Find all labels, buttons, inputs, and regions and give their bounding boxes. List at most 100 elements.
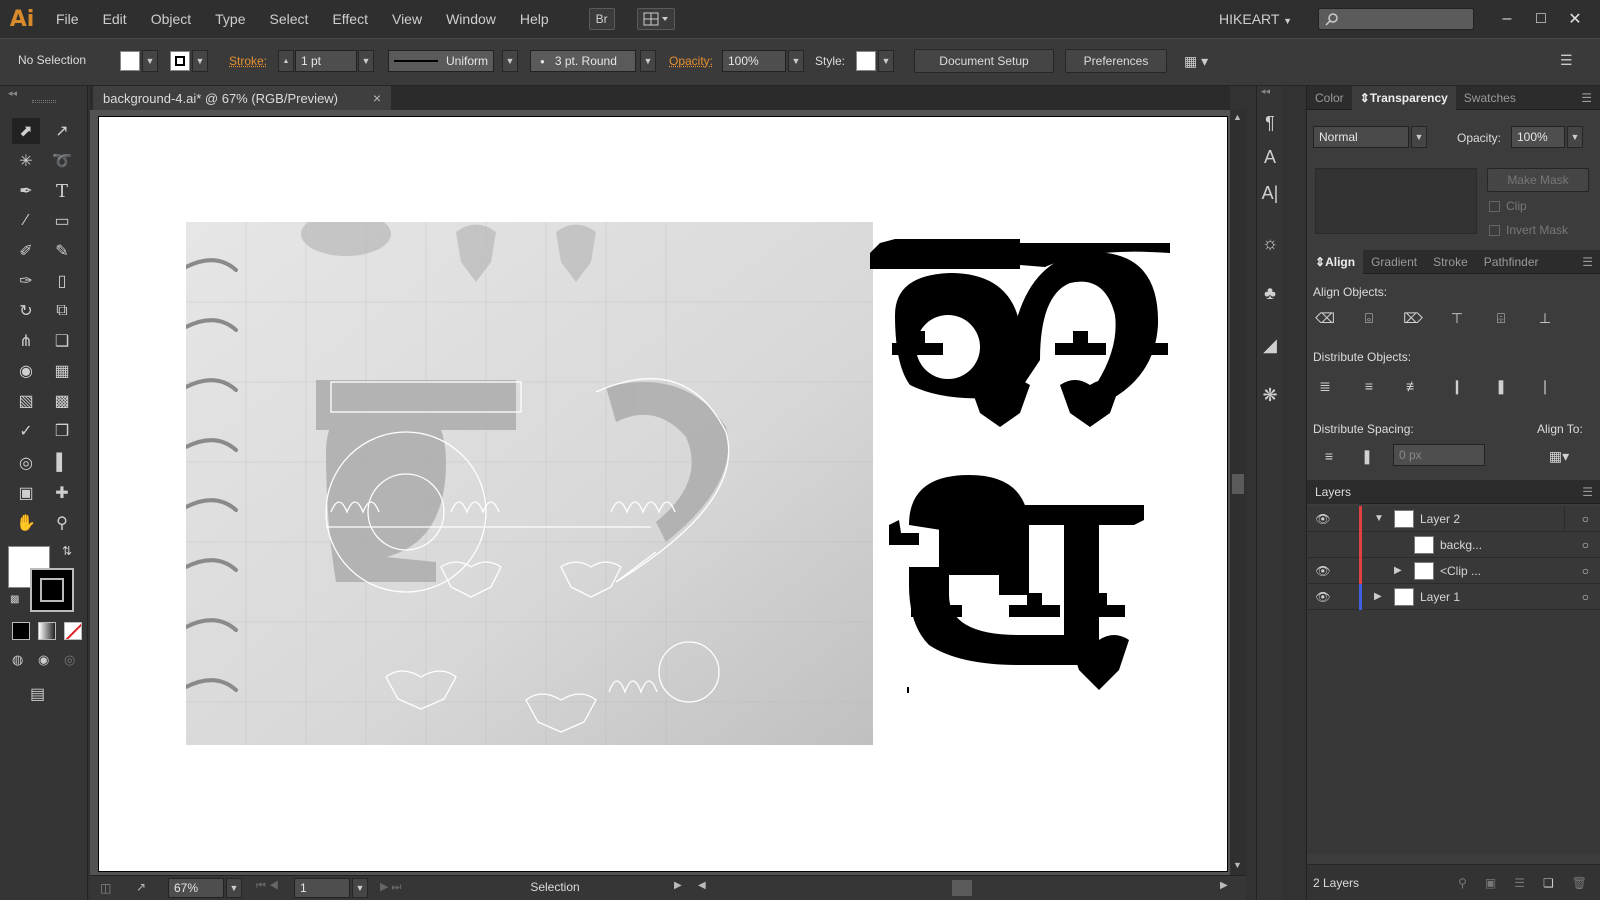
tab-layers[interactable]: Layers [1307,480,1359,504]
width-tool-icon[interactable]: ⋔ [12,328,40,354]
layer-name[interactable]: Layer 2 [1420,512,1460,526]
vertical-distribute-top-icon[interactable]: ≣ [1313,374,1337,398]
tab-stroke[interactable]: Stroke [1425,250,1476,274]
menu-effect[interactable]: Effect [320,11,380,27]
visibility-eye-icon[interactable]: 👁 [1313,590,1333,604]
color-mode-icon[interactable] [12,622,30,640]
workspace-switcher[interactable]: HIKEART ▼ [1219,11,1292,27]
menu-edit[interactable]: Edit [91,11,139,27]
glyph-artwork-top[interactable] [870,235,1178,435]
lasso-tool-icon[interactable]: ➰ [48,148,76,174]
stroke-weight-stepper[interactable]: ▲ [278,50,294,72]
scale-tool-icon[interactable]: ⧉ [48,298,76,324]
gradient-mode-icon[interactable] [38,622,56,640]
blend-mode-select[interactable]: Normal [1313,126,1409,148]
align-panel-menu-icon[interactable]: ☰ [1574,250,1600,274]
variable-width-profile[interactable]: Uniform [388,50,494,72]
locate-object-icon[interactable]: ⚲ [1458,876,1467,890]
horizontal-distribute-right-icon[interactable]: ❘ [1533,374,1557,398]
scroll-left-icon[interactable]: ◀ [698,880,706,891]
scroll-down-icon[interactable]: ▼ [1233,860,1242,870]
collapse-strip-icon[interactable]: ◂◂ [1261,86,1270,97]
appearance-icon[interactable]: ☼ [1257,226,1283,260]
artboard-number-field[interactable]: 1 [294,878,350,898]
tools-grip[interactable] [32,100,56,103]
zoom-tool-icon[interactable]: ⚲ [48,510,76,536]
horizontal-scroll-thumb[interactable] [952,880,972,896]
graphic-styles-icon[interactable]: ◢ [1257,328,1283,362]
expand-triangle-icon[interactable]: ▶ [1394,565,1414,576]
stroke-color-dropdown[interactable]: ▼ [192,50,208,72]
layer-row[interactable]: backg... ○ [1307,532,1600,558]
spacing-field[interactable]: 0 px [1393,444,1485,466]
tab-gradient[interactable]: Gradient [1363,250,1425,274]
scroll-right-icon[interactable]: ▶ [1220,880,1228,891]
blob-brush-tool-icon[interactable]: ✑ [12,268,40,294]
layer-row[interactable]: 👁 ▶ <Clip ... ○ [1307,558,1600,584]
line-segment-tool-icon[interactable]: ∕ [12,208,40,234]
fill-dropdown[interactable]: ▼ [142,50,158,72]
draw-normal-icon[interactable]: ◍ [12,652,23,668]
column-graph-tool-icon[interactable]: ▌ [48,450,76,476]
menu-help[interactable]: Help [508,11,561,27]
blend-tool-icon[interactable]: ❒ [48,418,76,444]
brush-definition[interactable]: ● 3 pt. Round [530,50,636,72]
direct-selection-tool-icon[interactable]: ↗ [48,118,76,144]
perspective-grid-tool-icon[interactable]: ▦ [48,358,76,384]
draw-behind-icon[interactable]: ◉ [38,652,49,668]
last-artboard-icon[interactable]: ▶ ⏭ [380,880,401,894]
vertical-scrollbar[interactable]: ▲ ▼ [1230,110,1246,875]
close-window-button[interactable]: ✕ [1558,9,1592,29]
close-tab-icon[interactable]: × [373,90,381,106]
screen-mode-icon[interactable]: ▤ [30,684,45,704]
horizontal-align-center-icon[interactable]: ⌻ [1357,306,1381,330]
artboard-nav-icon[interactable]: ◫ [100,881,111,895]
character-styles-icon[interactable]: A [1257,140,1283,174]
tab-transparency[interactable]: ⇕ Transparency [1352,86,1456,110]
pen-tool-icon[interactable]: ✒ [12,178,40,204]
tab-align[interactable]: ⇕ Align [1307,250,1363,274]
vertical-align-center-icon[interactable]: ⌹ [1489,306,1513,330]
artboard-number-dropdown[interactable]: ▼ [352,878,368,898]
free-transform-tool-icon[interactable]: ❑ [48,328,76,354]
horizontal-distribute-left-icon[interactable]: ❙ [1445,374,1469,398]
minimize-button[interactable]: – [1490,10,1524,28]
layer-name[interactable]: backg... [1440,538,1482,552]
document-tab[interactable]: background-4.ai* @ 67% (RGB/Preview) × [93,86,391,110]
visibility-eye-icon[interactable]: 👁 [1313,564,1333,578]
menu-view[interactable]: View [380,11,434,27]
panel-menu-icon[interactable]: ☰ [1560,52,1573,69]
brush-dropdown[interactable]: ▼ [640,50,656,72]
transparency-opacity-field[interactable]: 100% [1511,126,1565,148]
menu-window[interactable]: Window [434,11,508,27]
artboard[interactable] [98,116,1228,872]
layers-panel-menu-icon[interactable]: ☰ [1574,480,1600,504]
stroke-label[interactable]: Stroke: [229,54,267,68]
glyph-artwork-bottom[interactable] [889,475,1151,701]
shape-builder-tool-icon[interactable]: ◉ [12,358,40,384]
target-circle-icon[interactable]: ○ [1582,564,1589,578]
maximize-button[interactable]: □ [1524,10,1558,28]
stroke-swatch[interactable] [170,51,190,71]
arrange-icon[interactable]: ▦ ▾ [1184,53,1208,70]
horizontal-align-left-icon[interactable]: ⌫ [1313,306,1337,330]
make-clipping-mask-icon[interactable]: ▣ [1485,876,1496,890]
target-circle-icon[interactable]: ○ [1582,538,1589,552]
zoom-dropdown[interactable]: ▼ [226,878,242,898]
eraser-tool-icon[interactable]: ▯ [48,268,76,294]
opacity-label[interactable]: Opacity: [669,54,713,68]
brushes-icon[interactable]: ❋ [1257,378,1283,412]
opacity-dropdown[interactable]: ▼ [788,50,804,72]
make-mask-button[interactable]: Make Mask [1487,168,1589,192]
sketch-photo[interactable] [186,222,873,745]
transparency-panel-menu-icon[interactable]: ☰ [1573,86,1600,110]
paragraph-icon[interactable]: ¶ [1257,106,1283,140]
expand-triangle-icon[interactable]: ▶ [1374,591,1394,602]
paintbrush-tool-icon[interactable]: ✐ [12,238,40,264]
arrange-documents-button[interactable] [637,8,675,30]
document-setup-button[interactable]: Document Setup [914,49,1054,73]
search-input[interactable] [1318,8,1474,30]
zoom-field[interactable]: 67% [168,878,224,898]
target-circle-icon[interactable]: ○ [1582,590,1589,604]
share-icon[interactable]: ↗ [136,880,146,894]
